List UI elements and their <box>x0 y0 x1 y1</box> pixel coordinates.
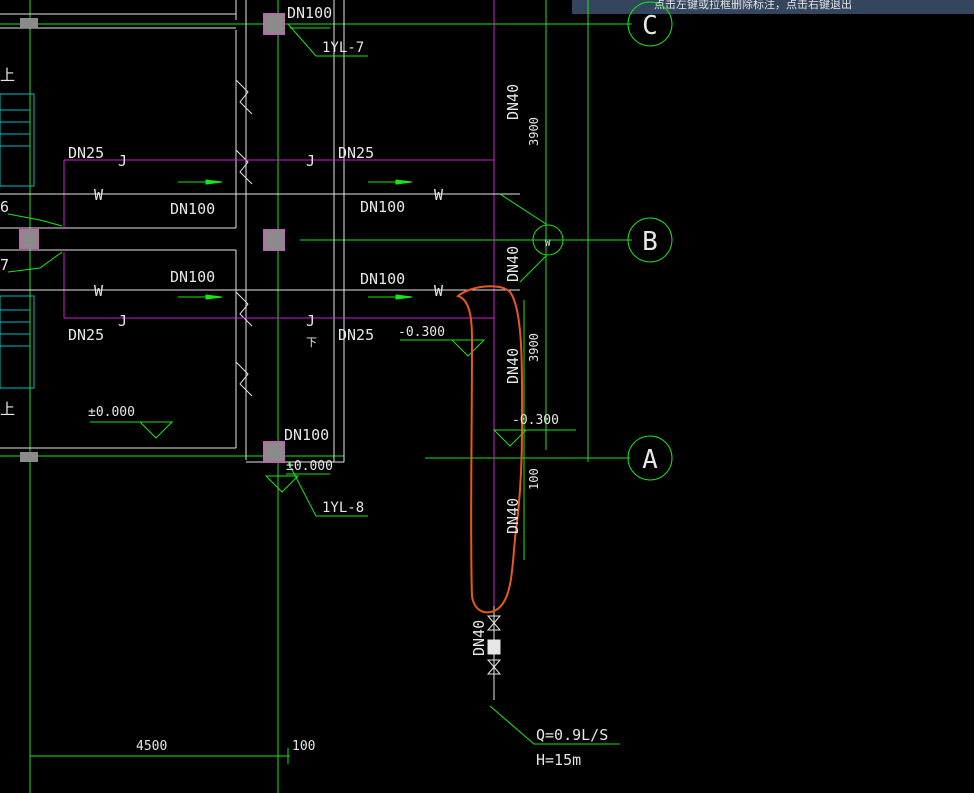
label-dim-3900-2: 3900 <box>527 333 541 362</box>
label-yl8: 1YL-8 <box>322 500 364 516</box>
label-j-3: J <box>118 312 127 330</box>
label-dn100-row2-right: DN100 <box>360 270 405 288</box>
label-left-edge-1: 上 <box>0 66 15 84</box>
label-left-edge-6: 6 <box>0 198 9 216</box>
label-w-2: W <box>434 186 444 204</box>
label-level-neg-2: -0.300 <box>512 413 559 428</box>
label-j-4: J <box>306 312 315 330</box>
label-dn40-3: DN40 <box>504 348 522 384</box>
label-dn25-left-top: DN25 <box>68 144 104 162</box>
label-dn100-row1-right: DN100 <box>360 198 405 216</box>
label-dn25-left-bottom: DN25 <box>68 326 104 344</box>
grid-label-a: A <box>642 445 658 475</box>
walls <box>0 0 345 463</box>
cad-drawing-canvas[interactable]: DN100 1YL-7 DN25 J J DN25 W DN100 DN100 … <box>0 0 974 793</box>
label-dn100-top: DN100 <box>287 4 332 22</box>
label-dn25-mid-top: DN25 <box>338 144 374 162</box>
label-dim-4500: 4500 <box>136 739 167 754</box>
label-level-zero-1: ±0.000 <box>88 405 135 420</box>
label-dn40-2: DN40 <box>504 246 522 282</box>
window-symbols <box>235 79 253 397</box>
grid-label-b: B <box>642 227 658 257</box>
label-dn100-row2-left: DN100 <box>170 268 215 286</box>
flow-arrows <box>178 27 413 475</box>
grid-label-c: C <box>642 11 658 41</box>
label-dn25-mid-bottom: DN25 <box>338 326 374 344</box>
label-left-edge-2: 上 <box>0 400 15 418</box>
markup-highlight-ellipse[interactable] <box>455 285 524 614</box>
valve-symbols <box>486 606 502 700</box>
label-yl7: 1YL-7 <box>322 40 364 56</box>
w-pipes <box>0 193 520 291</box>
label-left-edge-7: 7 <box>0 256 9 274</box>
label-j-1: J <box>118 152 127 170</box>
label-dn40-5: DN40 <box>470 620 488 656</box>
label-dn40-4: DN40 <box>504 498 522 534</box>
label-dn100-bottom: DN100 <box>284 426 329 444</box>
label-level-zero-2: ±0.000 <box>286 459 333 474</box>
j-pipes <box>63 0 495 606</box>
label-w-4: W <box>434 282 444 300</box>
label-dn100-row1-left: DN100 <box>170 200 215 218</box>
label-w-1: W <box>94 186 104 204</box>
label-j-2: J <box>306 152 315 170</box>
label-xia: 下 <box>306 336 317 349</box>
label-w-3: W <box>94 282 104 300</box>
label-dim-100-v: 100 <box>527 468 541 490</box>
label-w-small: W <box>545 239 551 249</box>
column-blocks <box>19 13 285 463</box>
label-dn40-1: DN40 <box>504 84 522 120</box>
label-h: H=15m <box>536 751 581 769</box>
label-q: Q=0.9L/S <box>536 726 608 744</box>
label-dim-3900-1: 3900 <box>527 117 541 146</box>
label-level-neg-1: -0.300 <box>398 325 445 340</box>
label-dim-100-h: 100 <box>292 739 315 754</box>
